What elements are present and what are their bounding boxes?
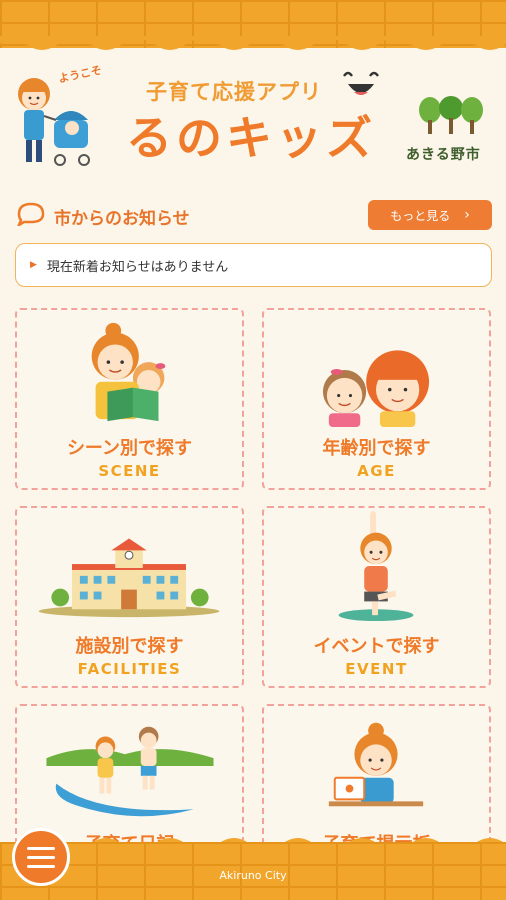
notice-section-title: 市からのお知らせ: [54, 209, 190, 229]
notice-message-box[interactable]: ▶ 現在新着お知らせはありません: [15, 243, 492, 287]
footer-city-label: Akiruno City: [219, 869, 287, 882]
woman-with-laptop-illustration: [328, 722, 424, 807]
school-building-illustration: [38, 538, 220, 618]
see-more-button[interactable]: もっと見る ›: [368, 200, 492, 230]
tile-scene[interactable]: シーン別で探す SCENE: [15, 308, 244, 490]
tile-facilities-label: 施設別で探す: [75, 636, 184, 657]
tile-event[interactable]: イベントで探す EVENT: [262, 506, 491, 688]
notice-section-header: 市からのお知らせ もっと見る ›: [16, 200, 492, 230]
two-children-illustration: [322, 350, 430, 427]
tile-age-sublabel: AGE: [357, 462, 396, 480]
wave-divider-top: [0, 36, 506, 50]
tile-facilities-sublabel: FACILITIES: [77, 660, 182, 678]
menu-line: [27, 855, 55, 859]
tile-event-label: イベントで探す: [313, 636, 440, 657]
tile-event-sublabel: EVENT: [345, 660, 408, 678]
see-more-label: もっと見る: [390, 208, 451, 223]
children-at-river-illustration: [46, 726, 214, 817]
chevron-right-icon: ›: [464, 207, 470, 223]
tile-scene-label: シーン別で探す: [66, 438, 193, 459]
menu-line: [27, 864, 55, 868]
menu-line: [27, 846, 55, 850]
city-name-label: あきる野市: [406, 147, 481, 163]
mother-reading-book-illustration: [91, 322, 166, 422]
triangle-bullet-icon: ▶: [30, 260, 37, 270]
yoga-woman-illustration: [338, 511, 414, 622]
notice-message: 現在新着お知らせはありません: [46, 259, 229, 275]
app-header: ようこそ 子育て応援アプリ るのキッズ あきる野市: [0, 58, 506, 178]
tile-age-label: 年齢別で探す: [322, 438, 431, 459]
tile-facilities[interactable]: 施設別で探す FACILITIES: [15, 506, 244, 688]
city-trees-logo: [419, 96, 483, 134]
tile-scene-sublabel: SCENE: [98, 462, 161, 480]
mother-with-stroller-illustration: [18, 78, 90, 166]
smiley-face-icon: [343, 71, 379, 95]
tile-age[interactable]: 年齢別で探す AGE: [262, 308, 491, 490]
speech-bubble-icon: [17, 202, 45, 226]
app-title: るのキッズ: [126, 111, 376, 165]
